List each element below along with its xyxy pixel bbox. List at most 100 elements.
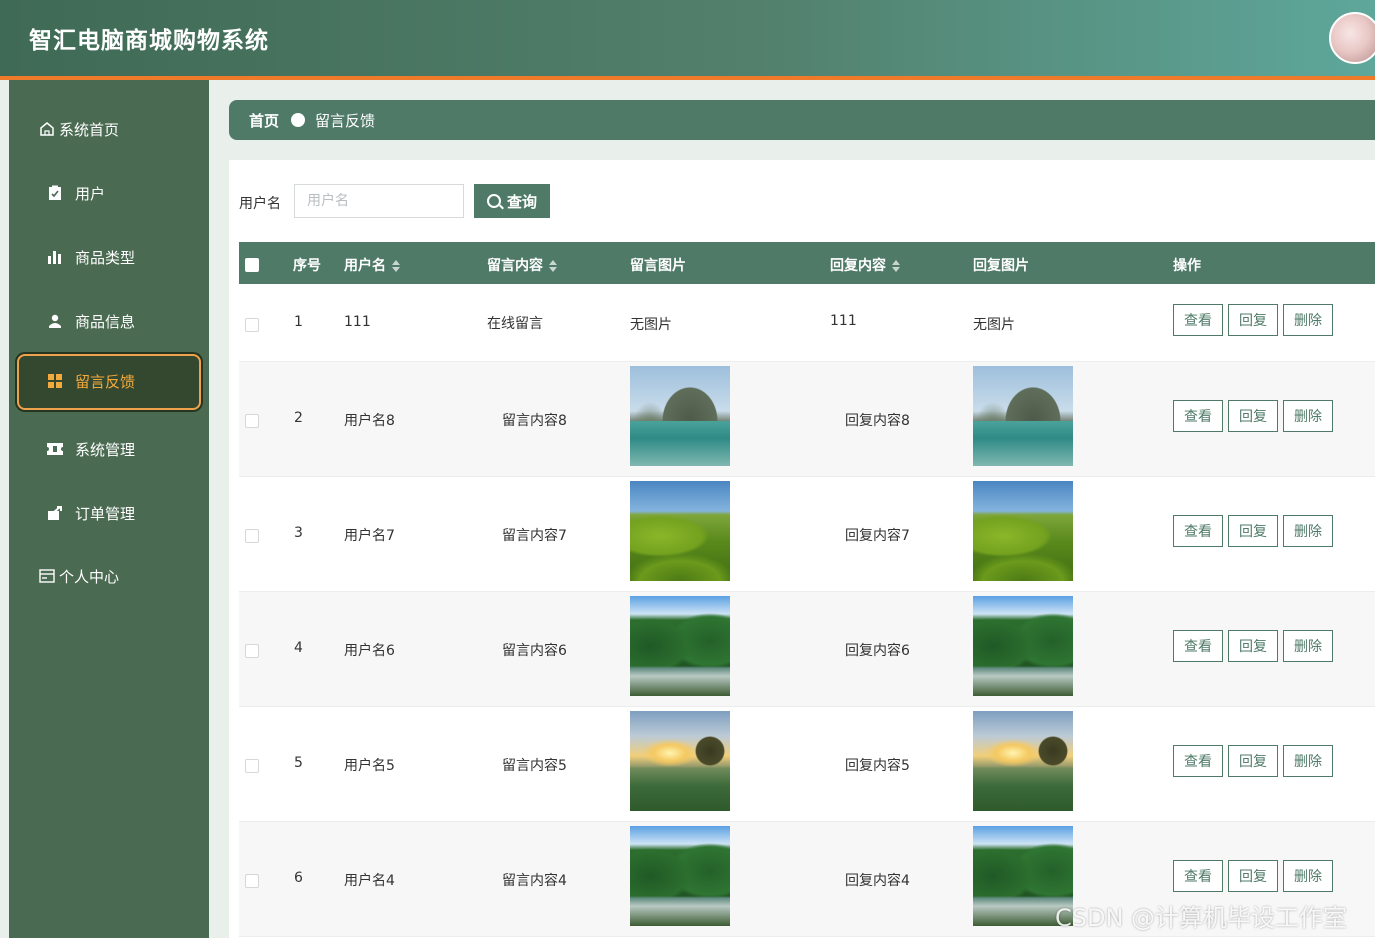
bar-chart-icon	[46, 248, 64, 266]
sort-icon[interactable]	[892, 260, 900, 272]
cell-index: 6	[294, 870, 303, 886]
header-reply-label: 回复内容	[830, 258, 886, 274]
delete-button[interactable]: 删除	[1283, 304, 1333, 336]
header-content-label: 留言内容	[487, 258, 543, 274]
header-content[interactable]: 留言内容	[487, 255, 557, 275]
delete-button[interactable]: 删除	[1283, 630, 1333, 662]
row-checkbox[interactable]	[245, 644, 259, 658]
cell-reply: 回复内容4	[845, 873, 910, 889]
cell-content: 留言内容4	[502, 873, 567, 889]
table-header: 序号 用户名 留言内容 留言图片 回复内容 回复图片 操作	[239, 242, 1375, 284]
cell-username: 用户名6	[344, 643, 395, 659]
cell-username: 用户名5	[344, 758, 395, 774]
delete-button[interactable]: 删除	[1283, 745, 1333, 777]
home-icon	[38, 120, 56, 138]
sort-icon[interactable]	[549, 260, 557, 272]
sidebar-item-label: 商品信息	[75, 313, 136, 331]
reply-button[interactable]: 回复	[1228, 745, 1278, 777]
sidebar-item-label: 系统管理	[75, 441, 136, 459]
header-reply[interactable]: 回复内容	[830, 255, 900, 275]
sidebar-item-product-types[interactable]: 商品类型	[9, 230, 209, 286]
user-stamp-icon	[46, 312, 64, 330]
table-row: 1 111 在线留言 无图片 111 无图片 查看 回复 删除	[239, 284, 1375, 362]
select-all-checkbox[interactable]	[245, 258, 259, 272]
cell-reply-image-none: 无图片	[973, 317, 1015, 333]
view-button[interactable]: 查看	[1173, 860, 1223, 892]
ticket-icon	[46, 440, 64, 458]
sidebar-item-label: 留言反馈	[75, 373, 136, 391]
reply-image[interactable]	[973, 366, 1073, 466]
view-button[interactable]: 查看	[1173, 630, 1223, 662]
sidebar-item-users[interactable]: 用户	[9, 166, 209, 222]
header-index: 序号	[293, 258, 321, 274]
cell-content: 在线留言	[487, 316, 543, 332]
reply-button[interactable]: 回复	[1228, 400, 1278, 432]
cell-index: 4	[294, 640, 303, 656]
header-username[interactable]: 用户名	[344, 255, 400, 275]
table-row: 5 用户名5 留言内容5 回复内容5 查看 回复 删除	[239, 707, 1375, 822]
cell-index: 3	[294, 525, 303, 541]
sidebar-item-feedback[interactable]: 留言反馈	[17, 354, 201, 410]
row-checkbox[interactable]	[245, 874, 259, 888]
reply-image[interactable]	[973, 711, 1073, 811]
delete-button[interactable]: 删除	[1283, 860, 1333, 892]
cell-content: 留言内容6	[502, 643, 567, 659]
row-checkbox[interactable]	[245, 529, 259, 543]
top-header: 智汇电脑商城购物系统	[0, 0, 1375, 80]
feedback-image[interactable]	[630, 711, 730, 811]
cell-username: 用户名8	[344, 413, 395, 429]
sidebar-item-orders[interactable]: 订单管理	[9, 486, 209, 542]
clipboard-check-icon	[46, 184, 64, 202]
search-button[interactable]: 查询	[474, 184, 550, 218]
reply-button[interactable]: 回复	[1228, 304, 1278, 336]
header-reply-image: 回复图片	[973, 258, 1029, 274]
view-button[interactable]: 查看	[1173, 515, 1223, 547]
cell-reply: 回复内容5	[845, 758, 910, 774]
table-row: 4 用户名6 留言内容6 回复内容6 查看 回复 删除	[239, 592, 1375, 707]
sidebar-item-system[interactable]: 系统管理	[9, 422, 209, 478]
table-row: 3 用户名7 留言内容7 回复内容7 查看 回复 删除	[239, 477, 1375, 592]
sidebar-item-home[interactable]: 系统首页	[9, 102, 209, 158]
feedback-image[interactable]	[630, 826, 730, 926]
row-checkbox[interactable]	[245, 759, 259, 773]
cell-index: 1	[294, 314, 303, 330]
reply-button[interactable]: 回复	[1228, 630, 1278, 662]
view-button[interactable]: 查看	[1173, 304, 1223, 336]
row-checkbox[interactable]	[245, 414, 259, 428]
search-button-label: 查询	[506, 192, 537, 211]
reply-image[interactable]	[973, 596, 1073, 696]
reply-button[interactable]: 回复	[1228, 860, 1278, 892]
sidebar-item-profile[interactable]: 个人中心	[9, 549, 209, 605]
reply-button[interactable]: 回复	[1228, 515, 1278, 547]
breadcrumb-current: 留言反馈	[315, 112, 376, 130]
username-search-input[interactable]	[294, 184, 464, 218]
sidebar-item-products[interactable]: 商品信息	[9, 294, 209, 350]
cell-index: 2	[294, 410, 303, 426]
header-username-label: 用户名	[344, 258, 386, 274]
feedback-image[interactable]	[630, 596, 730, 696]
user-avatar[interactable]	[1329, 12, 1375, 64]
search-icon	[486, 194, 501, 208]
delete-button[interactable]: 删除	[1283, 400, 1333, 432]
cell-content: 留言内容7	[502, 528, 567, 544]
view-button[interactable]: 查看	[1173, 400, 1223, 432]
cell-reply: 111	[830, 313, 857, 329]
sort-icon[interactable]	[392, 260, 400, 272]
view-button[interactable]: 查看	[1173, 745, 1223, 777]
cell-image-none: 无图片	[630, 317, 672, 333]
cell-reply: 回复内容6	[845, 643, 910, 659]
cell-index: 5	[294, 755, 303, 771]
feedback-image[interactable]	[630, 481, 730, 581]
main-panel: 用户名 查询 序号 用户名 留言内容 留言图片 回复内容 回复图片 操作 1 1…	[229, 160, 1375, 938]
cell-username: 111	[344, 314, 371, 330]
cell-reply: 回复内容7	[845, 528, 910, 544]
reply-image[interactable]	[973, 481, 1073, 581]
breadcrumb-separator-icon	[291, 113, 305, 127]
delete-button[interactable]: 删除	[1283, 515, 1333, 547]
feedback-image[interactable]	[630, 366, 730, 466]
cell-username: 用户名4	[344, 873, 395, 889]
sidebar-item-label: 商品类型	[75, 249, 136, 267]
share-box-icon	[46, 504, 64, 522]
breadcrumb-home[interactable]: 首页	[249, 110, 279, 131]
row-checkbox[interactable]	[245, 318, 259, 332]
